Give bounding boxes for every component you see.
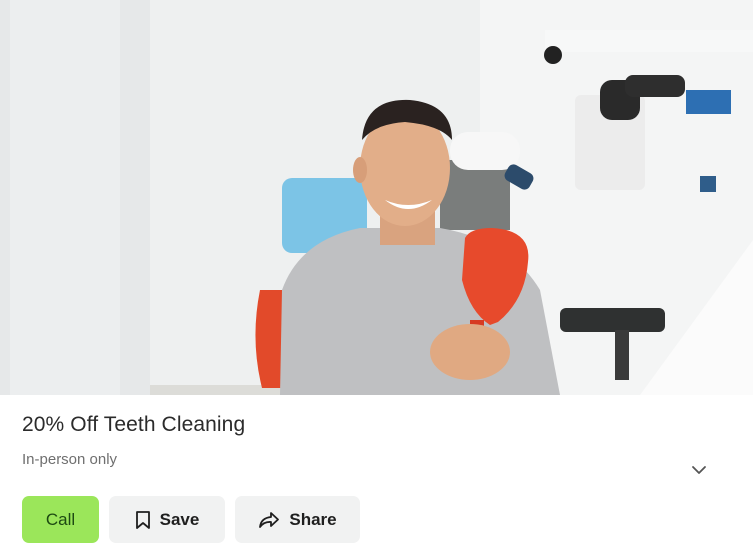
deal-subtitle: In-person only bbox=[22, 451, 118, 468]
bookmark-icon bbox=[135, 510, 151, 530]
share-button-label: Share bbox=[289, 509, 337, 529]
chevron-down-icon bbox=[691, 462, 707, 480]
save-button-label: Save bbox=[159, 509, 200, 529]
expand-toggle[interactable] bbox=[686, 460, 712, 482]
deal-photo[interactable] bbox=[0, 0, 753, 395]
share-arrow-icon bbox=[258, 511, 280, 529]
share-button[interactable]: Share bbox=[235, 496, 360, 543]
deal-title: 20% Off Teeth Cleaning bbox=[22, 413, 246, 436]
call-button-label: Call bbox=[45, 509, 76, 529]
deal-card: 20% Off Teeth Cleaning In-person only Ca… bbox=[0, 0, 753, 550]
call-button[interactable]: Call bbox=[22, 496, 99, 543]
save-button[interactable]: Save bbox=[109, 496, 225, 543]
